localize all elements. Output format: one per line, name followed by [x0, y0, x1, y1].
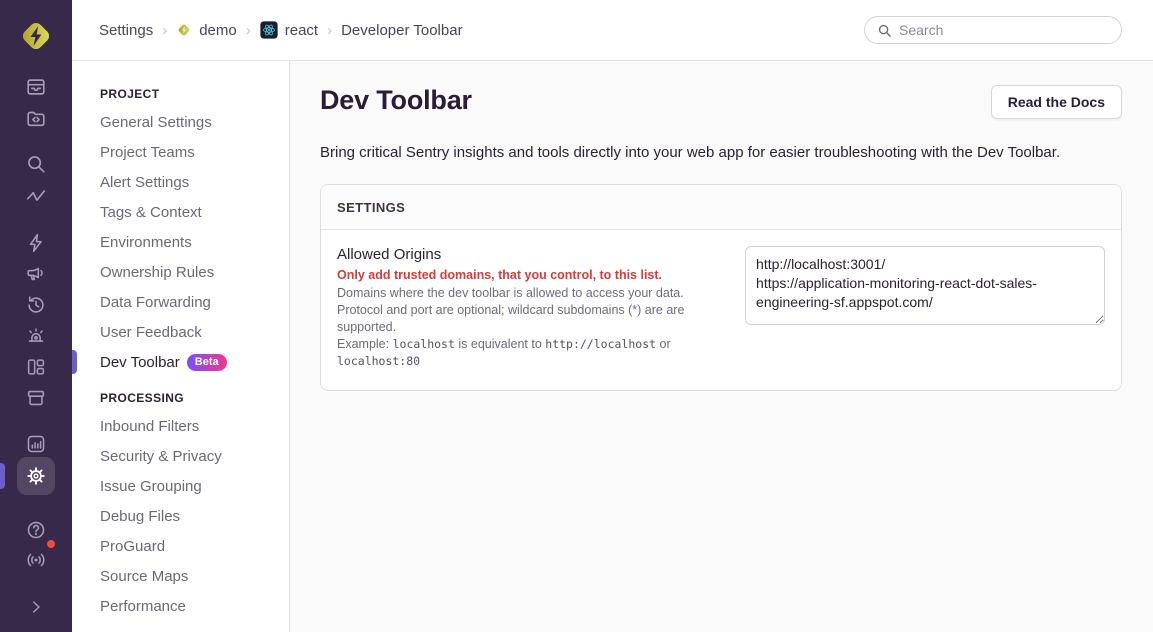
sidebar-item-ownership-rules[interactable]: Ownership Rules [72, 257, 289, 287]
app-root: Settings › demo › [0, 0, 1153, 632]
sidebar-item-performance[interactable]: Performance [72, 591, 289, 621]
breadcrumb-org[interactable]: demo [176, 22, 237, 39]
breadcrumb: Settings › demo › [99, 21, 463, 39]
settings-panel: SETTINGS Allowed Origins Only add truste… [320, 184, 1122, 391]
releases-icon[interactable] [17, 379, 55, 417]
breadcrumb-settings[interactable]: Settings [99, 22, 153, 39]
sentry-logo-icon[interactable] [16, 16, 56, 56]
sidebar-item-security-privacy[interactable]: Security & Privacy [72, 441, 289, 471]
sidebar-item-data-forwarding[interactable]: Data Forwarding [72, 287, 289, 317]
sidebar-item-tags-context[interactable]: Tags & Context [72, 197, 289, 227]
sidebar-item-alert-settings[interactable]: Alert Settings [72, 167, 289, 197]
example-prefix: Example: [337, 337, 389, 351]
allowed-origins-warning: Only add trusted domains, that you contr… [337, 268, 713, 282]
sidebar-item-inbound-filters[interactable]: Inbound Filters [72, 411, 289, 441]
nav-section-processing: PROCESSING [72, 391, 289, 411]
active-item-indicator [72, 350, 77, 374]
allowed-origins-help: Domains where the dev toolbar is allowed… [337, 285, 713, 336]
sidebar-item-label: Dev Toolbar [100, 354, 180, 371]
topbar: Settings › demo › [72, 0, 1153, 61]
sidebar-item-general-settings[interactable]: General Settings [72, 107, 289, 137]
sidebar-item-dev-toolbar[interactable]: Dev Toolbar Beta [72, 347, 289, 377]
example-middle-text: is equivalent to [458, 337, 541, 351]
nav-section-project: PROJECT [72, 87, 289, 107]
icon-sidebar [0, 0, 72, 632]
page-description: Bring critical Sentry insights and tools… [320, 144, 1122, 161]
settings-gear-icon[interactable] [17, 457, 55, 495]
breadcrumb-current-page: Developer Toolbar [341, 22, 462, 39]
settings-nav: PROJECT General Settings Project Teams A… [72, 61, 290, 632]
allowed-origins-example: Example: localhost is equivalent to http… [337, 336, 713, 370]
example-code-localhost-80: localhost:80 [337, 354, 420, 368]
sentry-diamond-icon [176, 22, 192, 38]
broadcast-icon[interactable] [17, 541, 55, 579]
allowed-origins-label: Allowed Origins [337, 246, 713, 263]
breadcrumb-separator: › [246, 22, 251, 39]
sidebar-item-environments[interactable]: Environments [72, 227, 289, 257]
allowed-origins-textarea[interactable]: http://localhost:3001/ https://applicati… [745, 246, 1105, 325]
breadcrumb-org-label: demo [199, 22, 237, 39]
sidebar-item-proguard[interactable]: ProGuard [72, 531, 289, 561]
panel-header: SETTINGS [321, 185, 1121, 230]
breadcrumb-project[interactable]: react [260, 21, 318, 39]
sidebar-item-debug-files[interactable]: Debug Files [72, 501, 289, 531]
sidebar-item-issue-grouping[interactable]: Issue Grouping [72, 471, 289, 501]
collapse-chevron-icon[interactable] [17, 588, 55, 626]
sidebar-item-source-maps[interactable]: Source Maps [72, 561, 289, 591]
example-or-text: or [660, 337, 671, 351]
traces-icon[interactable] [17, 177, 55, 215]
search-input[interactable] [899, 22, 1109, 38]
read-the-docs-button[interactable]: Read the Docs [991, 85, 1122, 119]
main-content: Dev Toolbar Read the Docs Bring critical… [291, 61, 1153, 632]
example-code-http-localhost: http://localhost [545, 337, 656, 351]
example-code-localhost: localhost [393, 337, 455, 351]
search-box[interactable] [864, 16, 1122, 44]
beta-badge: Beta [187, 354, 227, 371]
sidebar-item-user-feedback[interactable]: User Feedback [72, 317, 289, 347]
breadcrumb-project-label: react [285, 22, 318, 39]
search-icon [877, 23, 892, 38]
active-tool-indicator [0, 463, 5, 489]
notification-dot [45, 538, 57, 550]
breadcrumb-separator: › [162, 22, 167, 39]
page-title: Dev Toolbar [320, 85, 472, 116]
projects-icon[interactable] [17, 99, 55, 137]
breadcrumb-separator: › [327, 22, 332, 39]
react-logo-icon [260, 21, 278, 39]
sidebar-item-project-teams[interactable]: Project Teams [72, 137, 289, 167]
